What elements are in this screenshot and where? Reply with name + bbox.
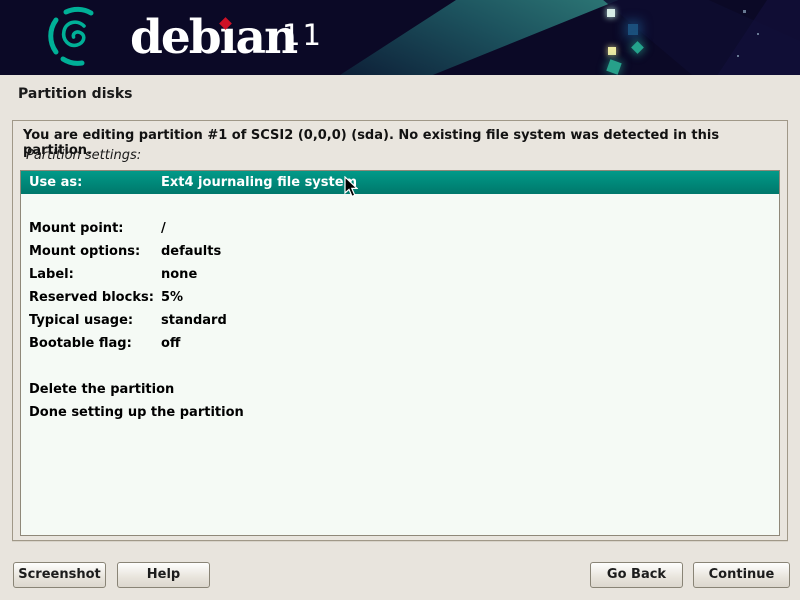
go-back-button[interactable]: Go Back [590,562,683,588]
brand-wordmark: debıan [130,2,296,72]
list-item-label: Mount options: [29,240,140,263]
help-button[interactable]: Help [117,562,210,588]
list-item-value: 5% [161,286,183,309]
list-item[interactable]: Reserved blocks: 5% [21,286,779,309]
list-item[interactable]: Typical usage: standard [21,309,779,332]
list-item-value: / [161,217,166,240]
decor-diagonal-teal [340,0,630,75]
list-item[interactable]: Label: none [21,263,779,286]
list-item-label: Mount point: [29,217,123,240]
list-item[interactable]: Bootable flag: off [21,332,779,355]
debian-installer-window: debıan 11 Partition disks You are editin… [0,0,800,600]
decor-dot [737,55,739,57]
list-item-label: Done setting up the partition [29,401,244,424]
brand-letter-i: ı [220,10,236,65]
decor-dot [743,10,746,13]
list-item[interactable]: Mount options: defaults [21,240,779,263]
list-item-label: Use as: [29,171,82,194]
decor-dot [757,33,759,35]
continue-button[interactable]: Continue [693,562,790,588]
list-item-label: Label: [29,263,74,286]
screenshot-button[interactable]: Screenshot [13,562,106,588]
brand-prefix: deb [130,10,220,65]
list-item-label: Bootable flag: [29,332,132,355]
list-item-value: none [161,263,197,286]
list-item-label: Typical usage: [29,309,133,332]
decor-square [608,47,616,55]
list-item-value: off [161,332,180,355]
brand-version: 11 [282,18,323,52]
list-item[interactable]: Use as: Ext4 journaling file system [21,171,779,194]
list-item[interactable]: Mount point: / [21,217,779,240]
settings-list: Use as: Ext4 journaling file system Mount … [20,170,780,536]
decor-square [606,59,621,74]
list-spacer [21,194,779,217]
list-item-label: Delete the partition [29,378,174,401]
mouse-cursor-icon [344,176,358,198]
list-item-value: defaults [161,240,221,263]
page-title: Partition disks [18,86,132,102]
list-spacer [21,355,779,378]
list-item-label: Reserved blocks: [29,286,154,309]
decor-square [628,24,638,35]
list-item-value: Ext4 journaling file system [161,171,357,194]
debian-swirl-icon [46,6,108,68]
list-item-value: standard [161,309,227,332]
decor-square [607,9,615,17]
header-banner: debıan 11 [0,0,800,75]
main-panel: You are editing partition #1 of SCSI2 (0… [12,120,788,541]
list-item[interactable]: Done setting up the partition [21,401,779,424]
partition-settings-label: Partition settings: [26,148,141,163]
list-item[interactable]: Delete the partition [21,378,779,401]
decor-square [631,41,644,54]
